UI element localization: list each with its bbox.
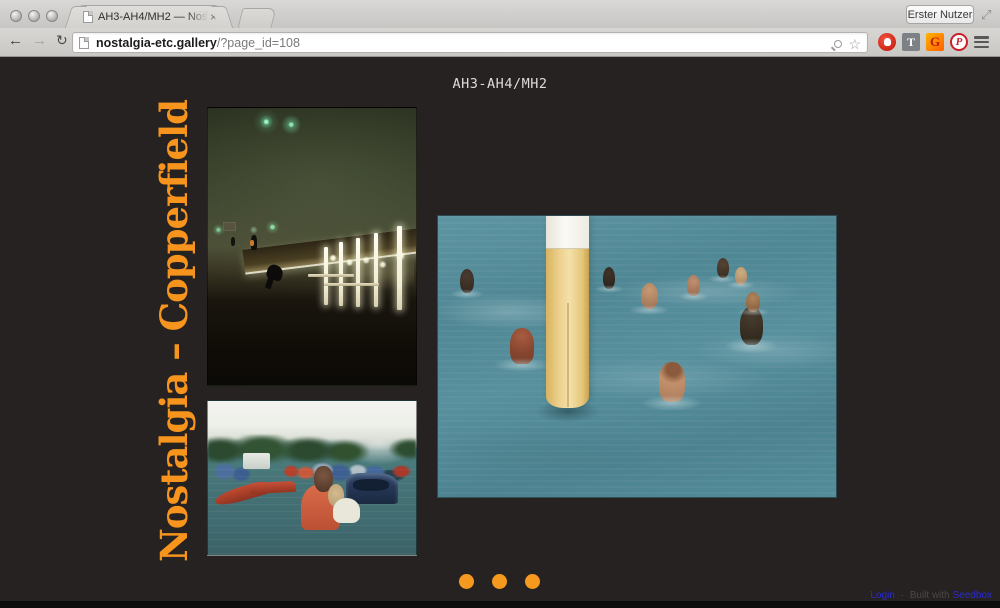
- night-bench: [308, 274, 354, 277]
- url-text: nostalgia-etc.gallery/?page_id=108: [96, 36, 300, 50]
- window-zoom-button[interactable]: [46, 10, 58, 22]
- omnibox-right-icons: ☆: [834, 33, 861, 54]
- cars-white-figure: [333, 498, 360, 523]
- pinterest-extension-icon[interactable]: P: [950, 33, 968, 51]
- tab-title: AH3-AH4/MH2 — Nostalg: [98, 11, 208, 23]
- swimmer: [659, 362, 685, 402]
- night-figure-distant: [231, 237, 235, 246]
- cars-white-truck: [243, 453, 270, 468]
- url-path: /?page_id=108: [217, 36, 300, 50]
- swimmer: [510, 328, 534, 364]
- window-minimize-button[interactable]: [28, 10, 40, 22]
- hand-icon: [884, 38, 891, 46]
- footer-separator: ·: [901, 590, 904, 601]
- pagination-dot[interactable]: [525, 574, 540, 589]
- swimmer: [735, 267, 747, 285]
- cars-red-hood-bar: [249, 481, 295, 494]
- reload-button[interactable]: ↻: [56, 32, 68, 49]
- artwork-cigarette-swimmers-painting[interactable]: [437, 215, 837, 498]
- night-pillar: [356, 238, 360, 307]
- swimmer: [641, 283, 658, 309]
- chrome-menu-icon[interactable]: [974, 36, 989, 48]
- back-button[interactable]: ←: [8, 32, 23, 49]
- browser-toolbar: ← → ↻ nostalgia-etc.gallery/?page_id=108…: [0, 28, 1000, 57]
- artwork-night-photo[interactable]: [207, 107, 417, 386]
- url-domain: nostalgia-etc.gallery: [96, 36, 217, 50]
- pagination-dot[interactable]: [492, 574, 507, 589]
- page-favicon-icon: [83, 11, 93, 23]
- g-extension-icon[interactable]: G: [926, 33, 944, 51]
- forward-button[interactable]: →: [32, 32, 47, 49]
- night-pillar: [374, 233, 378, 308]
- night-sign: [223, 222, 236, 231]
- builder-link[interactable]: Seedbox: [953, 590, 992, 601]
- url-bar[interactable]: nostalgia-etc.gallery/?page_id=108 ☆: [72, 32, 868, 53]
- site-title-vertical[interactable]: Nostalgia – Copperfield: [141, 105, 207, 557]
- footer: Login · Built with Seedbox: [870, 590, 992, 601]
- tumblr-extension-icon[interactable]: T: [902, 33, 920, 51]
- tab-close-icon[interactable]: ×: [210, 11, 217, 23]
- new-tab-button[interactable]: [238, 8, 277, 28]
- night-figure-standing: [251, 235, 257, 250]
- built-with-text: Built with: [910, 590, 950, 601]
- artwork-flooded-cars-painting[interactable]: [207, 400, 417, 556]
- search-icon[interactable]: [834, 40, 842, 48]
- login-link[interactable]: Login: [870, 590, 894, 601]
- night-pillar: [397, 226, 402, 310]
- browser-titlebar: AH3-AH4/MH2 — Nostalg × Erster Nutzer ⤢: [0, 0, 1000, 28]
- pagination-dot[interactable]: [459, 574, 474, 589]
- adblock-extension-icon[interactable]: [878, 33, 896, 51]
- swimmer: [746, 292, 760, 312]
- browser-tab[interactable]: AH3-AH4/MH2 — Nostalg ×: [76, 5, 222, 28]
- gallery-page: AH3-AH4/MH2 Nostalgia – Copperfield: [0, 57, 1000, 601]
- pagination-dots: [459, 574, 540, 589]
- window-close-button[interactable]: [10, 10, 22, 22]
- swimmer: [603, 267, 615, 289]
- swimmer: [460, 269, 474, 293]
- page-icon: [79, 37, 89, 49]
- bookmark-star-icon[interactable]: ☆: [848, 37, 861, 51]
- site-title-text: Nostalgia – Copperfield: [152, 100, 196, 562]
- swimmer: [717, 258, 729, 278]
- expand-arrows-icon[interactable]: ⤢: [981, 7, 991, 23]
- profile-button[interactable]: Erster Nutzer: [906, 5, 974, 24]
- tab-title-fade: [186, 11, 208, 23]
- cigarette: [546, 216, 589, 408]
- cig-water-texture: [438, 216, 836, 497]
- night-bench: [324, 283, 378, 286]
- page-title: AH3-AH4/MH2: [0, 76, 1000, 92]
- swimmer: [687, 275, 700, 296]
- window-bottom-edge: [0, 601, 1000, 608]
